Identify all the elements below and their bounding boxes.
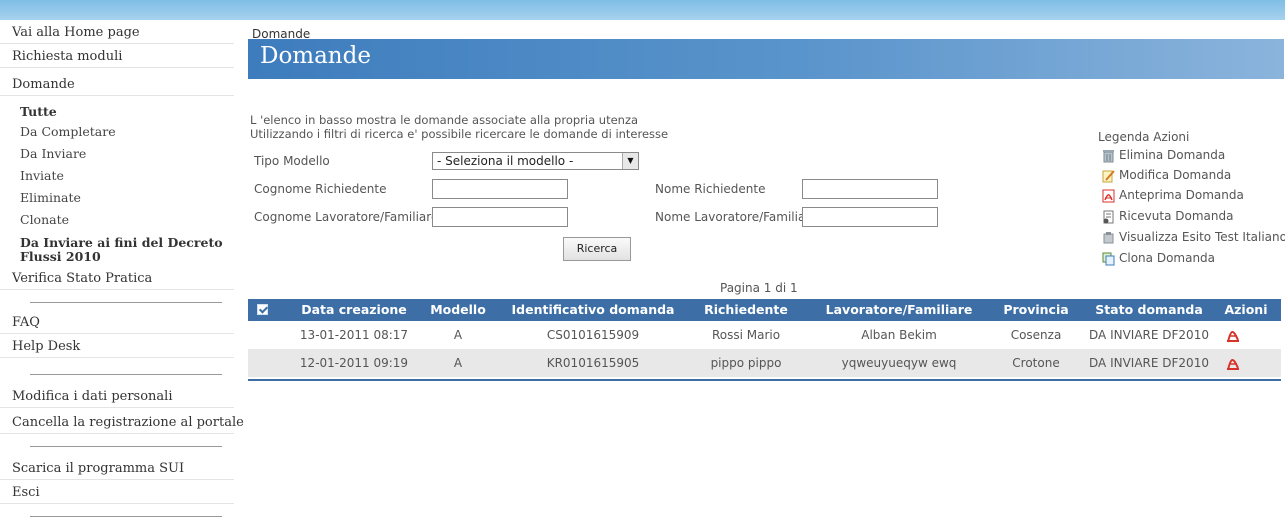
cell-richiedente: Rossi Mario <box>711 328 781 342</box>
cell-modello: A <box>453 328 463 342</box>
table-row[interactable]: 12-01-2011 09:19 A KR0101615905 pippo pi… <box>248 349 1281 377</box>
trash-icon <box>1103 150 1114 163</box>
table-row[interactable]: 13-01-2011 08:17 A CS0101615909 Rossi Ma… <box>248 321 1281 349</box>
sidebar-divider <box>30 374 222 375</box>
legend-label: Ricevuta Domanda <box>1119 209 1234 223</box>
cell-identificativo: KR0101615905 <box>546 356 640 370</box>
column-header[interactable]: Provincia <box>992 299 1080 321</box>
cell-data-creazione: 13-01-2011 08:17 <box>299 328 409 342</box>
cell-provincia: Cosenza <box>1010 328 1062 342</box>
chevron-down-icon[interactable]: ▼ <box>622 153 638 169</box>
clone-icon <box>1102 252 1115 266</box>
pdf-icon <box>1102 189 1115 203</box>
cognome-richiedente-label: Cognome Richiedente <box>254 182 387 196</box>
intro-text-2: Utilizzando i filtri di ricerca e' possi… <box>250 127 669 141</box>
page-header: Domande <box>248 39 1284 79</box>
sidebar-item-cancella-registrazione[interactable]: Cancella la registrazione al portale <box>0 412 244 434</box>
pdf-icon[interactable] <box>1226 327 1240 343</box>
cell-stato: DA INVIARE DF2010 <box>1089 328 1209 342</box>
column-header[interactable]: Modello <box>426 299 490 321</box>
sidebar-sub-tutte[interactable]: Tutte <box>20 102 234 122</box>
nome-richiedente-label: Nome Richiedente <box>655 182 766 196</box>
edit-icon <box>1102 170 1115 183</box>
table-header: Data creazione Modello Identificativo do… <box>248 299 1281 321</box>
legend-label: Clona Domanda <box>1119 251 1216 265</box>
sidebar-sub-eliminate[interactable]: Eliminate <box>20 188 234 208</box>
sidebar-item-home[interactable]: Vai alla Home page <box>0 22 234 44</box>
legend-label: Visualizza Esito Test Italiano <box>1119 230 1285 244</box>
receipt-icon <box>1103 210 1114 224</box>
cell-provincia: Crotone <box>1012 356 1060 370</box>
ricerca-button[interactable]: Ricerca <box>563 237 631 261</box>
table-bottom-border <box>248 379 1281 381</box>
nome-lavoratore-label: Nome Lavoratore/Familiare <box>655 210 818 224</box>
nome-lavoratore-input[interactable] <box>802 207 938 227</box>
tipo-modello-label: Tipo Modello <box>254 154 330 168</box>
column-header[interactable]: Stato domanda <box>1086 299 1212 321</box>
cell-identificativo: CS0101615909 <box>546 328 640 342</box>
domande-table: Data creazione Modello Identificativo do… <box>248 299 1281 381</box>
cell-data-creazione: 12-01-2011 09:19 <box>299 356 409 370</box>
cognome-richiedente-input[interactable] <box>432 179 568 199</box>
cell-stato: DA INVIARE DF2010 <box>1089 356 1209 370</box>
pdf-icon[interactable] <box>1226 355 1240 371</box>
legend-label: Modifica Domanda <box>1119 168 1232 182</box>
sidebar-sub-da-inviare[interactable]: Da Inviare <box>20 144 234 164</box>
page-title: Domande <box>260 43 371 69</box>
sidebar-sub-inviate[interactable]: Inviate <box>20 166 234 186</box>
top-banner <box>0 0 1285 20</box>
sidebar-item-richiesta-moduli[interactable]: Richiesta moduli <box>0 46 234 68</box>
sidebar-nav: Vai alla Home page Richiesta moduli Doma… <box>0 22 244 524</box>
sidebar-divider <box>30 302 222 303</box>
cell-lavoratore: Alban Bekim <box>861 328 937 342</box>
sidebar-item-modifica-dati[interactable]: Modifica i dati personali <box>0 386 234 408</box>
intro-text-1: L 'elenco in basso mostra le domande ass… <box>250 113 639 127</box>
column-header[interactable]: Data creazione <box>290 299 418 321</box>
cognome-lavoratore-label: Cognome Lavoratore/Familiare <box>254 210 439 224</box>
sidebar-sub-da-completare[interactable]: Da Completare <box>20 122 234 142</box>
sidebar-divider <box>30 516 222 517</box>
sidebar-divider <box>30 446 222 447</box>
sidebar-item-faq[interactable]: FAQ <box>0 312 234 334</box>
cognome-lavoratore-input[interactable] <box>432 207 568 227</box>
pagination-info: Pagina 1 di 1 <box>720 281 798 295</box>
legend-label: Anteprima Domanda <box>1119 188 1244 202</box>
cell-lavoratore: yqweuyueqyw ewq <box>841 356 957 370</box>
cell-modello: A <box>453 356 463 370</box>
select-all-checkbox[interactable] <box>257 304 268 315</box>
column-header[interactable]: Richiedente <box>694 299 798 321</box>
sidebar-item-domande[interactable]: Domande <box>0 74 234 96</box>
cell-richiedente: pippo pippo <box>710 356 782 370</box>
column-header: Azioni <box>1224 302 1268 317</box>
tipo-modello-select[interactable]: - Seleziona il modello - ▼ <box>432 152 639 170</box>
nome-richiedente-input[interactable] <box>802 179 938 199</box>
sidebar-item-verifica-stato[interactable]: Verifica Stato Pratica <box>0 268 234 290</box>
tipo-modello-value: - Seleziona il modello - <box>437 154 574 168</box>
sidebar-sub-decreto-flussi[interactable]: Da Inviare ai fini del Decreto Flussi 20… <box>20 236 234 264</box>
sidebar-item-esci[interactable]: Esci <box>0 482 234 504</box>
test-result-icon <box>1103 232 1114 244</box>
legend-label: Elimina Domanda <box>1119 148 1226 162</box>
column-header[interactable]: Identificativo domanda <box>506 299 680 321</box>
legend-title: Legenda Azioni <box>1098 130 1190 144</box>
sidebar-item-scarica-sui[interactable]: Scarica il programma SUI <box>0 458 234 480</box>
column-header[interactable]: Lavoratore/Familiare <box>814 299 984 321</box>
sidebar-item-help-desk[interactable]: Help Desk <box>0 336 234 358</box>
sidebar-sub-clonate[interactable]: Clonate <box>20 210 234 230</box>
